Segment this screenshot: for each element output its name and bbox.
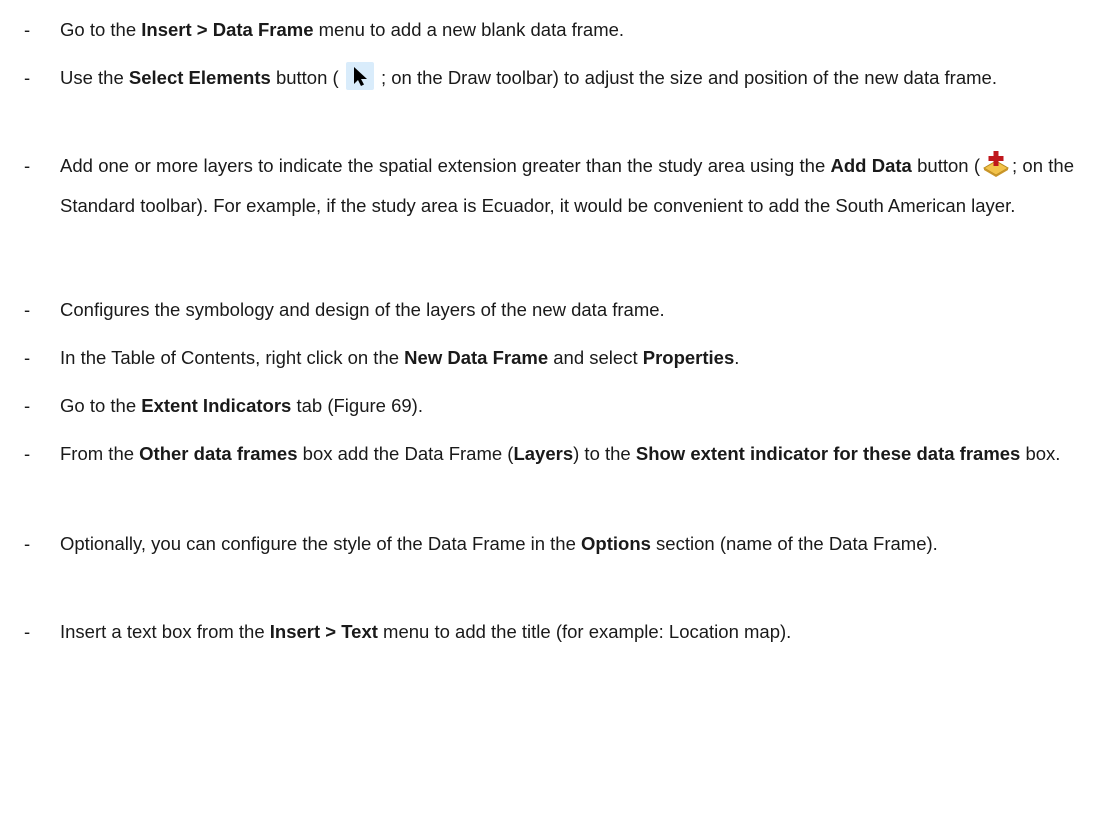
- bullet-dash: -: [24, 347, 31, 368]
- bullet-dash: -: [24, 533, 31, 554]
- step-text: Optionally, you can configure the style …: [60, 533, 938, 554]
- select-elements-arrow-icon: [345, 62, 374, 90]
- step-text: Go to the Extent Indicators tab (Figure …: [60, 395, 423, 416]
- step-text: From the Other data frames box add the D…: [60, 443, 1061, 464]
- step-text: Insert a text box from the Insert > Text…: [60, 621, 792, 642]
- bullet-dash: -: [24, 621, 31, 642]
- instruction-list: - Go to the Insert > Data Frame menu to …: [0, 0, 1100, 817]
- bullet-dash: -: [24, 395, 31, 416]
- bullet-dash: -: [24, 19, 31, 40]
- step-text: Go to the Insert > Data Frame menu to ad…: [60, 19, 625, 40]
- bullet-dash: -: [24, 67, 31, 88]
- step-text: Use the Select Elements button ( ; on th…: [60, 58, 1074, 98]
- step-text: Add one or more layers to indicate the s…: [60, 146, 1074, 226]
- step-text: Configures the symbology and design of t…: [60, 299, 665, 320]
- bullet-dash: -: [24, 155, 31, 176]
- add-data-plus-icon: [982, 150, 1010, 178]
- step-text: In the Table of Contents, right click on…: [60, 347, 740, 368]
- bullet-dash: -: [24, 299, 31, 320]
- bullet-dash: -: [24, 443, 31, 464]
